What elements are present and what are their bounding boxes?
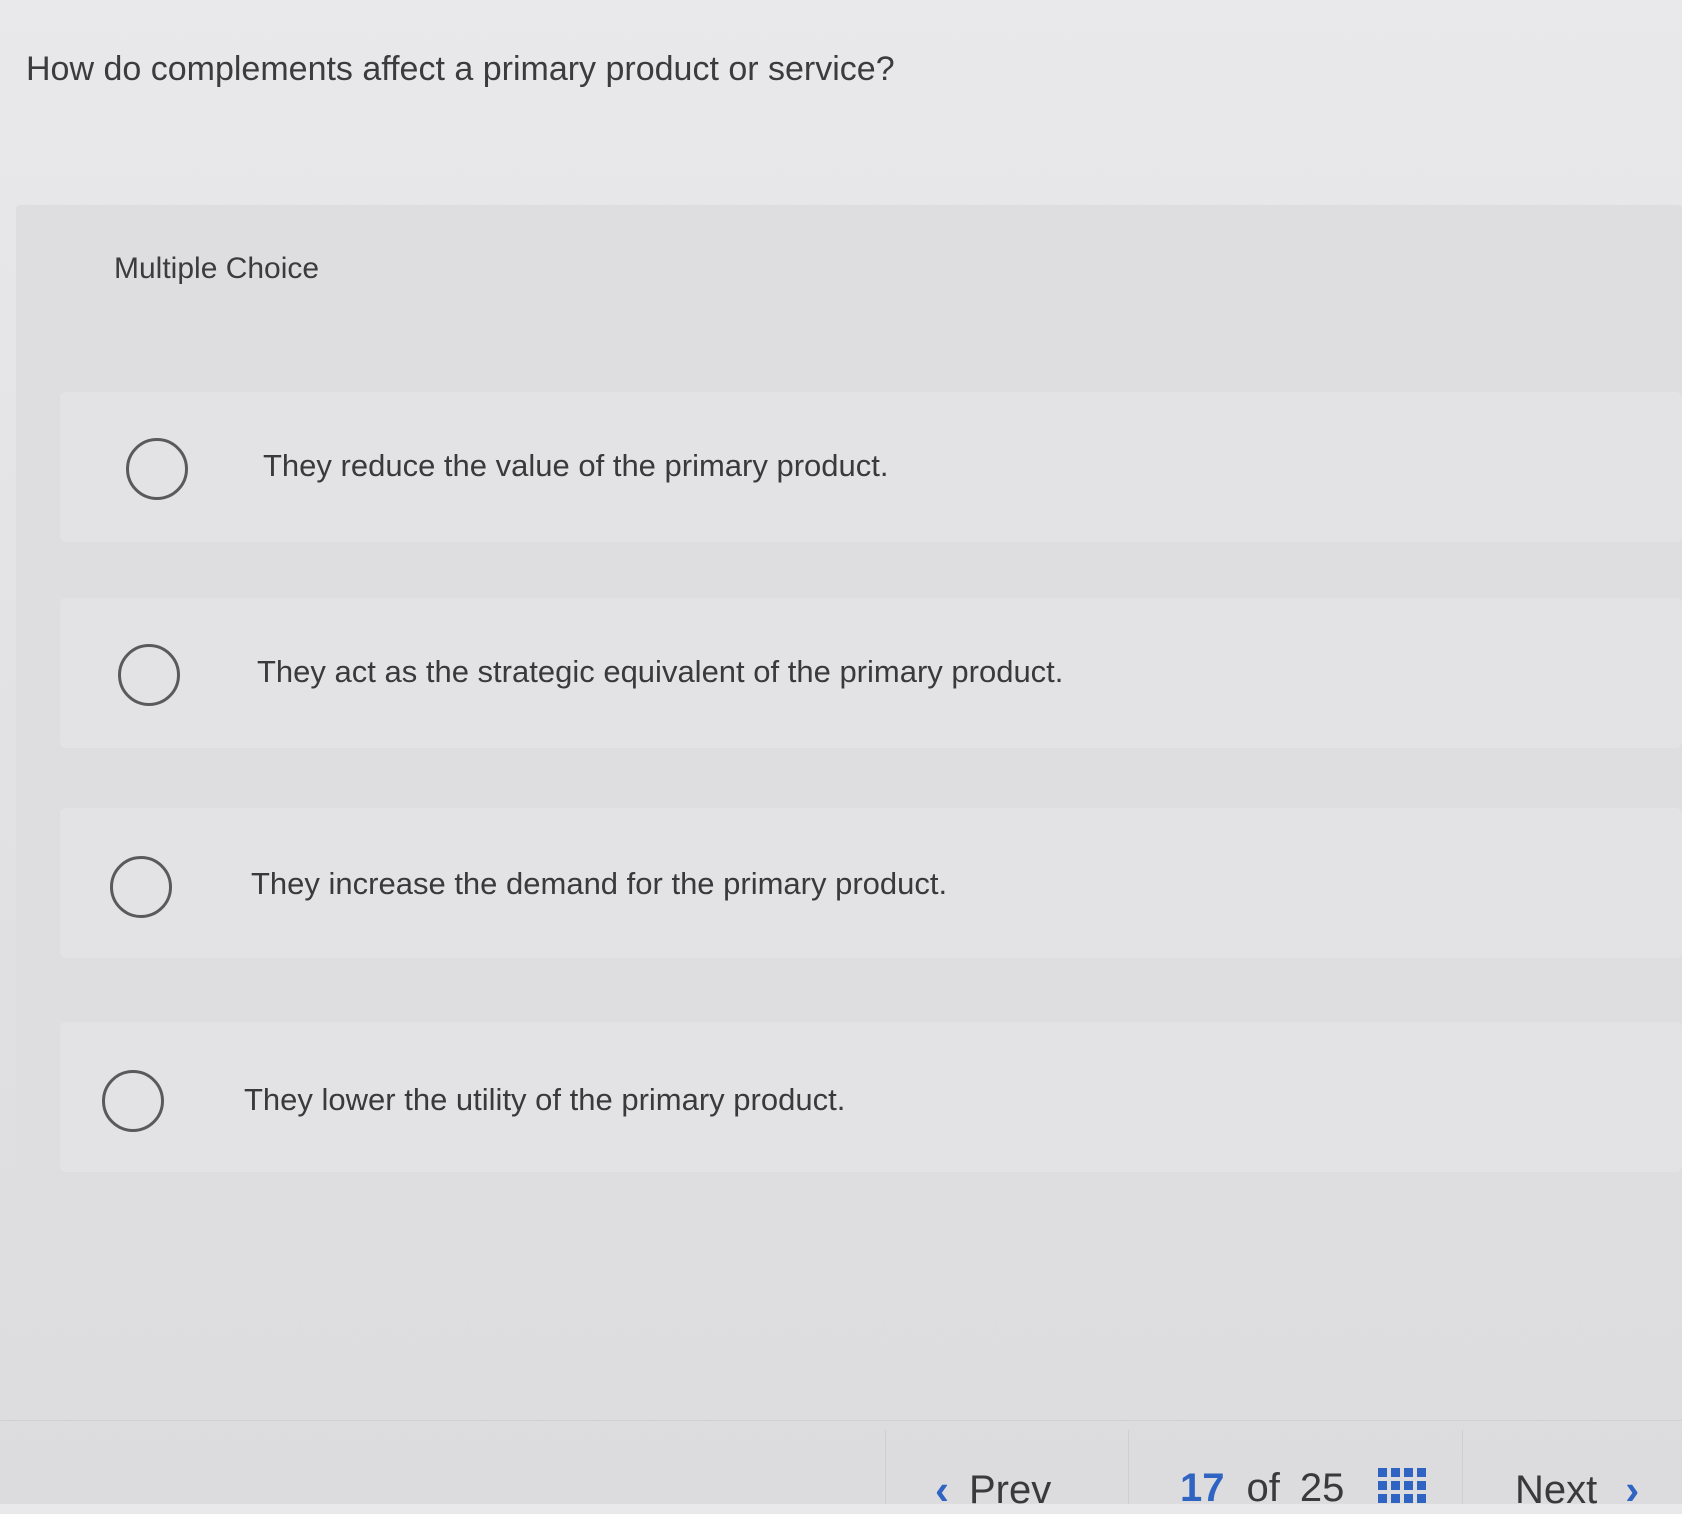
option-1-text: They reduce the value of the primary pro… <box>263 448 889 483</box>
option-4[interactable]: They lower the utility of the primary pr… <box>60 1022 1682 1172</box>
multiple-choice-label: Multiple Choice <box>114 252 320 285</box>
option-3-text: They increase the demand for the primary… <box>251 866 948 901</box>
chevron-right-icon: › <box>1625 1466 1640 1513</box>
prev-label: Prev <box>969 1467 1052 1512</box>
question-text: How do complements affect a primary prod… <box>26 50 895 88</box>
option-1[interactable]: They reduce the value of the primary pro… <box>60 392 1682 542</box>
footer-divider-left <box>885 1430 886 1504</box>
prev-button[interactable]: ‹ Prev <box>935 1466 1051 1514</box>
radio-button-4[interactable] <box>102 1070 164 1132</box>
next-label: Next <box>1515 1467 1598 1512</box>
radio-button-3[interactable] <box>110 856 172 918</box>
page-of-label: of <box>1246 1466 1280 1510</box>
chevron-left-icon: ‹ <box>935 1466 949 1513</box>
current-page: 17 <box>1180 1466 1225 1510</box>
next-button[interactable]: Next › <box>1515 1466 1639 1514</box>
radio-button-2[interactable] <box>118 644 180 706</box>
footer-divider-mid <box>1128 1430 1129 1504</box>
radio-button-1[interactable] <box>126 438 188 500</box>
total-pages: 25 <box>1299 1466 1345 1510</box>
grid-icon[interactable] <box>1378 1468 1426 1504</box>
page-indicator: 17 of 25 <box>1180 1466 1344 1511</box>
option-3[interactable]: They increase the demand for the primary… <box>60 808 1682 958</box>
footer-divider-right <box>1462 1430 1463 1504</box>
footer-bar <box>0 1420 1682 1505</box>
option-4-text: They lower the utility of the primary pr… <box>244 1082 846 1117</box>
option-2-text: They act as the strategic equivalent of … <box>257 654 1064 689</box>
option-2[interactable]: They act as the strategic equivalent of … <box>60 598 1682 748</box>
